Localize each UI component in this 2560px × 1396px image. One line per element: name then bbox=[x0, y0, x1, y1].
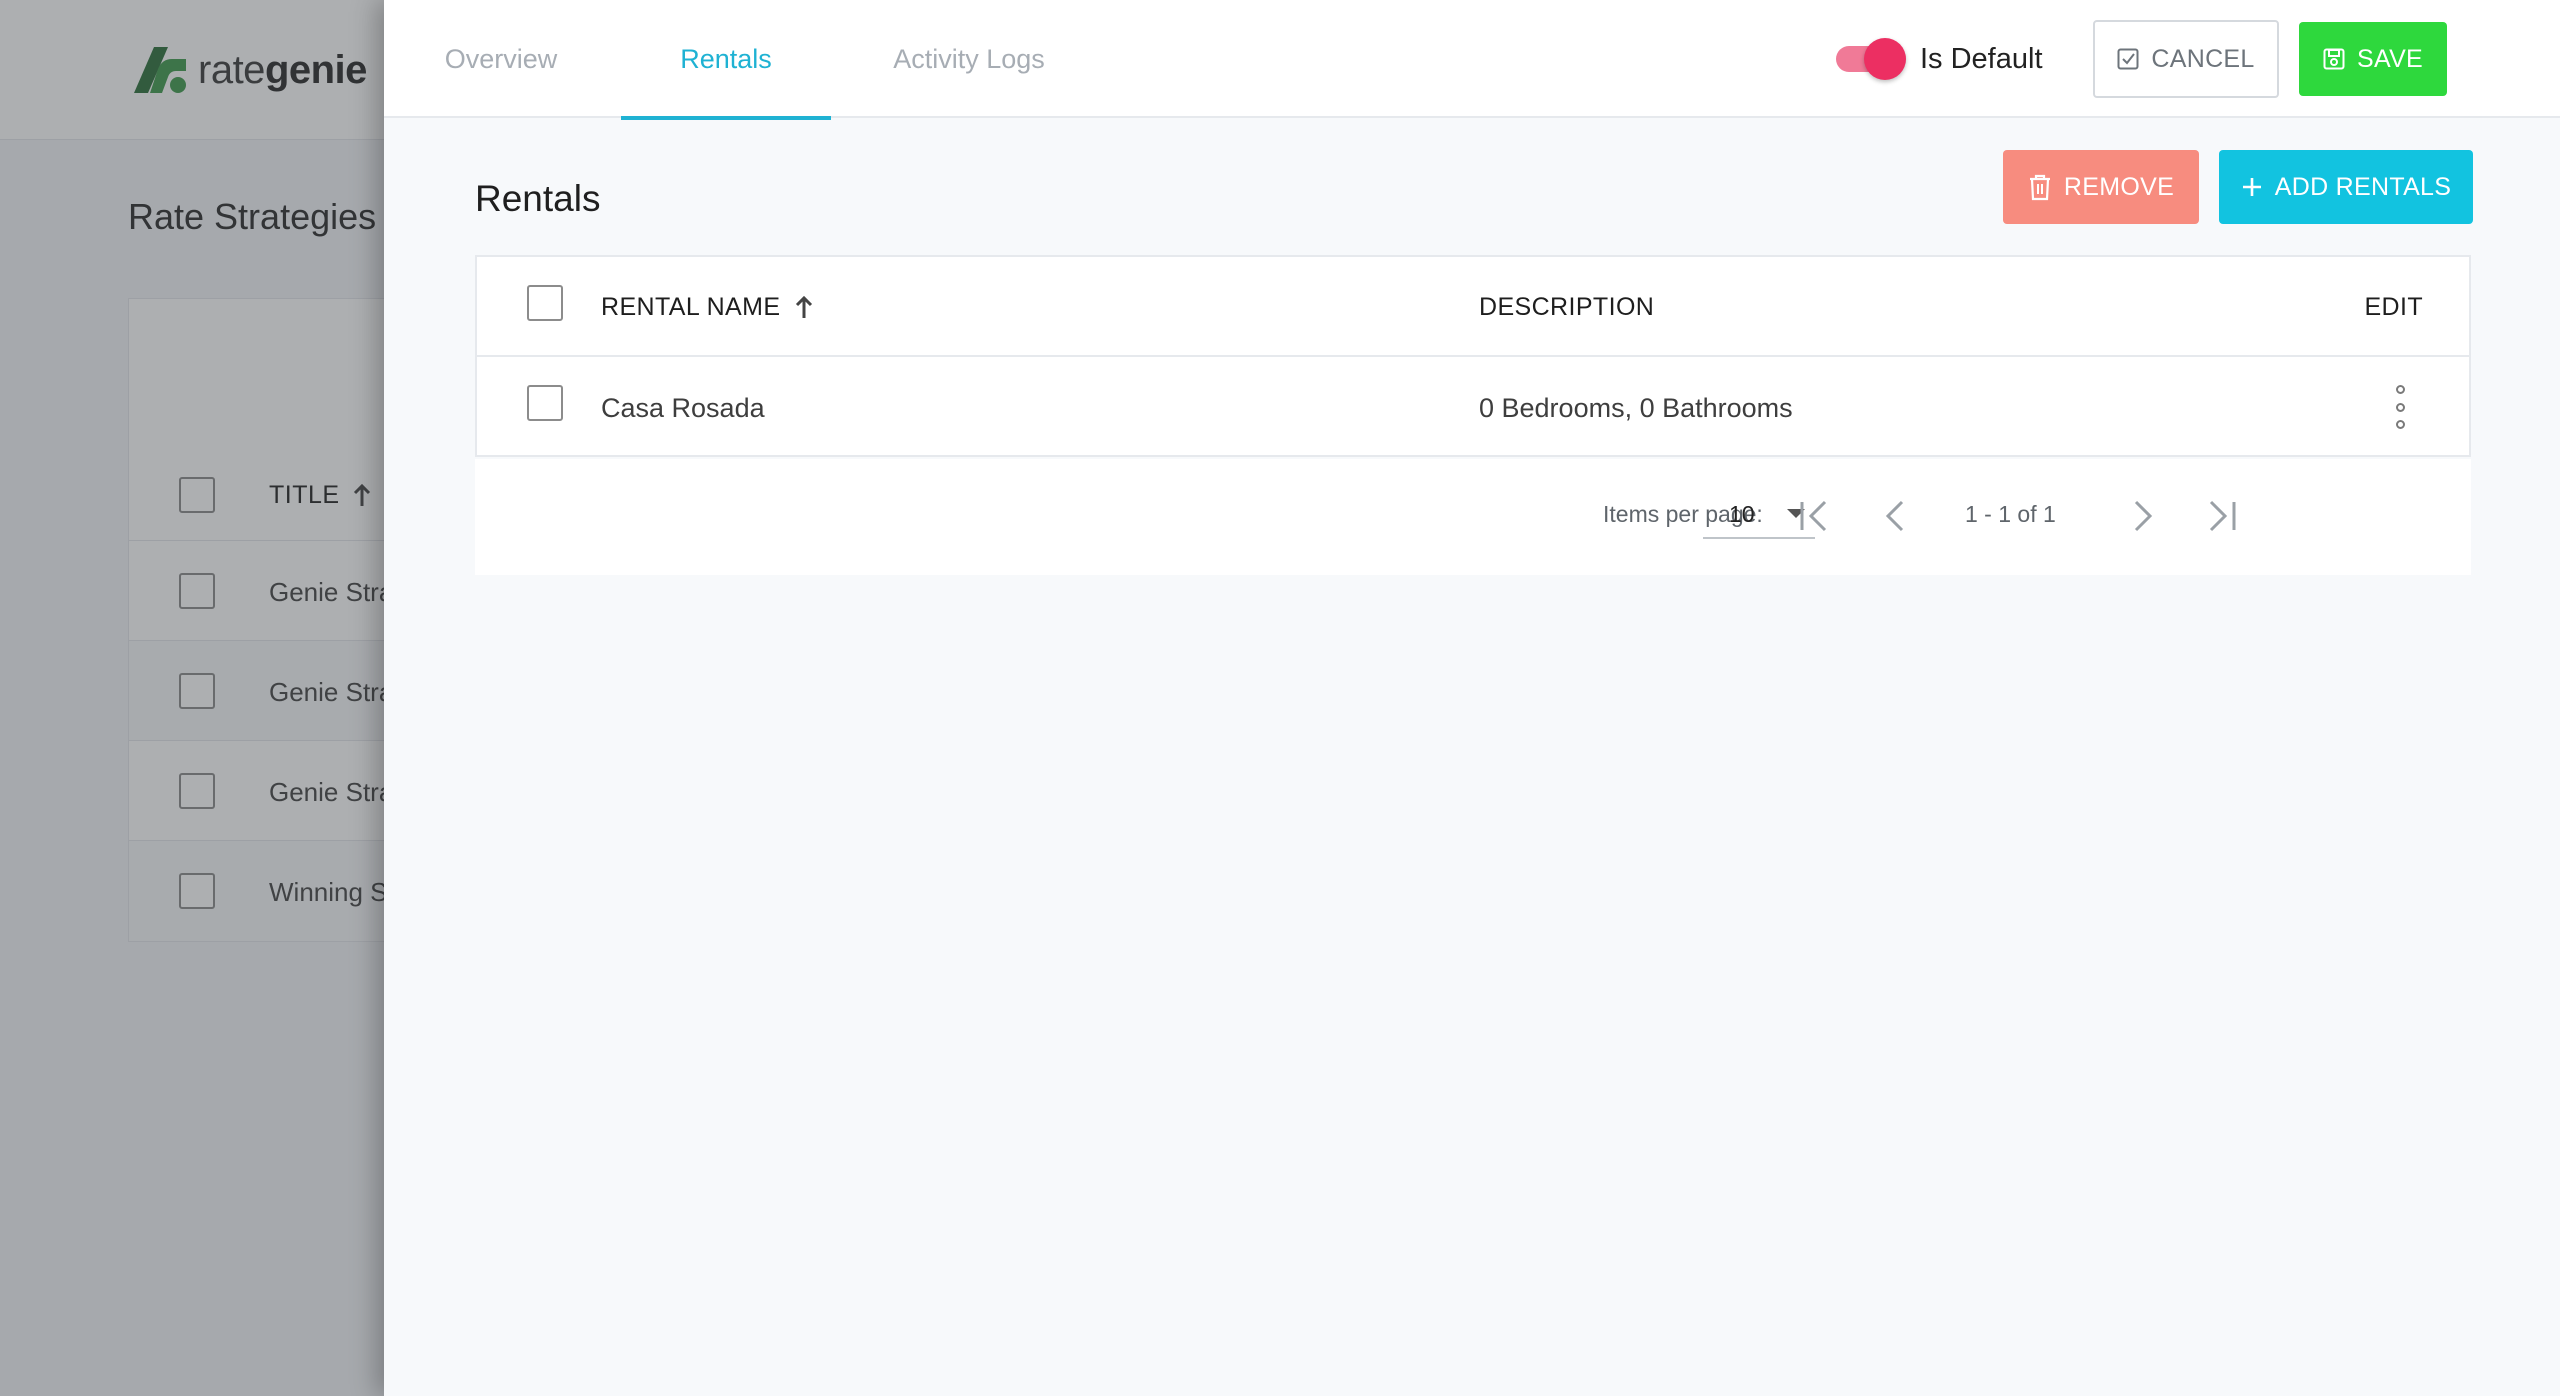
tab-overview[interactable]: Overview bbox=[384, 0, 618, 118]
paginator: Items per page: 10 1 - 1 of 1 bbox=[475, 459, 2471, 575]
tab-activity-logs[interactable]: Activity Logs bbox=[864, 0, 1074, 118]
save-icon bbox=[2323, 48, 2345, 70]
cancel-button[interactable]: CANCEL bbox=[2093, 20, 2279, 98]
save-button[interactable]: SAVE bbox=[2299, 22, 2447, 96]
rental-description: 0 Bedrooms, 0 Bathrooms bbox=[1479, 393, 1793, 423]
toggle-knob bbox=[1864, 38, 1906, 80]
cancel-label: CANCEL bbox=[2151, 44, 2255, 73]
column-description: DESCRIPTION bbox=[1479, 293, 1655, 321]
column-rental-name[interactable]: RENTAL NAME bbox=[601, 293, 814, 322]
checkbox-icon bbox=[2117, 48, 2139, 70]
add-rentals-button[interactable]: ADD RENTALS bbox=[2219, 150, 2473, 224]
items-per-page-value: 10 bbox=[1729, 501, 1755, 527]
rental-name: Casa Rosada bbox=[601, 393, 765, 423]
select-all-checkbox[interactable] bbox=[527, 285, 563, 321]
section-title: Rentals bbox=[475, 178, 601, 219]
row-checkbox[interactable] bbox=[527, 385, 563, 421]
sort-up-arrow-icon bbox=[796, 295, 813, 318]
first-page-icon[interactable] bbox=[1792, 493, 1838, 539]
trash-icon bbox=[2029, 174, 2050, 201]
rentals-table: RENTAL NAME DESCRIPTION EDIT Casa Rosada… bbox=[475, 255, 2471, 457]
page-range: 1 - 1 of 1 bbox=[1965, 501, 2056, 527]
table-row[interactable]: Casa Rosada 0 Bedrooms, 0 Bathrooms bbox=[477, 357, 2469, 457]
plus-icon bbox=[2242, 178, 2261, 196]
tab-rentals[interactable]: Rentals bbox=[621, 0, 831, 120]
rate-strategy-drawer: Overview Rentals Activity Logs Is Defaul… bbox=[384, 0, 2560, 1396]
toggle-switch[interactable] bbox=[1834, 36, 1906, 82]
save-label: SAVE bbox=[2356, 44, 2424, 73]
next-page-icon[interactable] bbox=[2120, 493, 2166, 539]
is-default-label: Is Default bbox=[1920, 42, 2043, 75]
add-rentals-label: ADD RENTALS bbox=[2274, 172, 2452, 201]
remove-button[interactable]: REMOVE bbox=[2003, 150, 2199, 224]
column-edit: EDIT bbox=[2364, 293, 2423, 321]
is-default-toggle[interactable]: Is Default bbox=[1834, 36, 2043, 82]
drawer-header: Overview Rentals Activity Logs Is Defaul… bbox=[384, 0, 2560, 120]
table-header: RENTAL NAME DESCRIPTION EDIT bbox=[477, 257, 2469, 357]
previous-page-icon[interactable] bbox=[1872, 493, 1918, 539]
more-options-icon[interactable] bbox=[2385, 385, 2415, 429]
remove-label: REMOVE bbox=[2063, 172, 2175, 201]
last-page-icon[interactable] bbox=[2198, 493, 2244, 539]
